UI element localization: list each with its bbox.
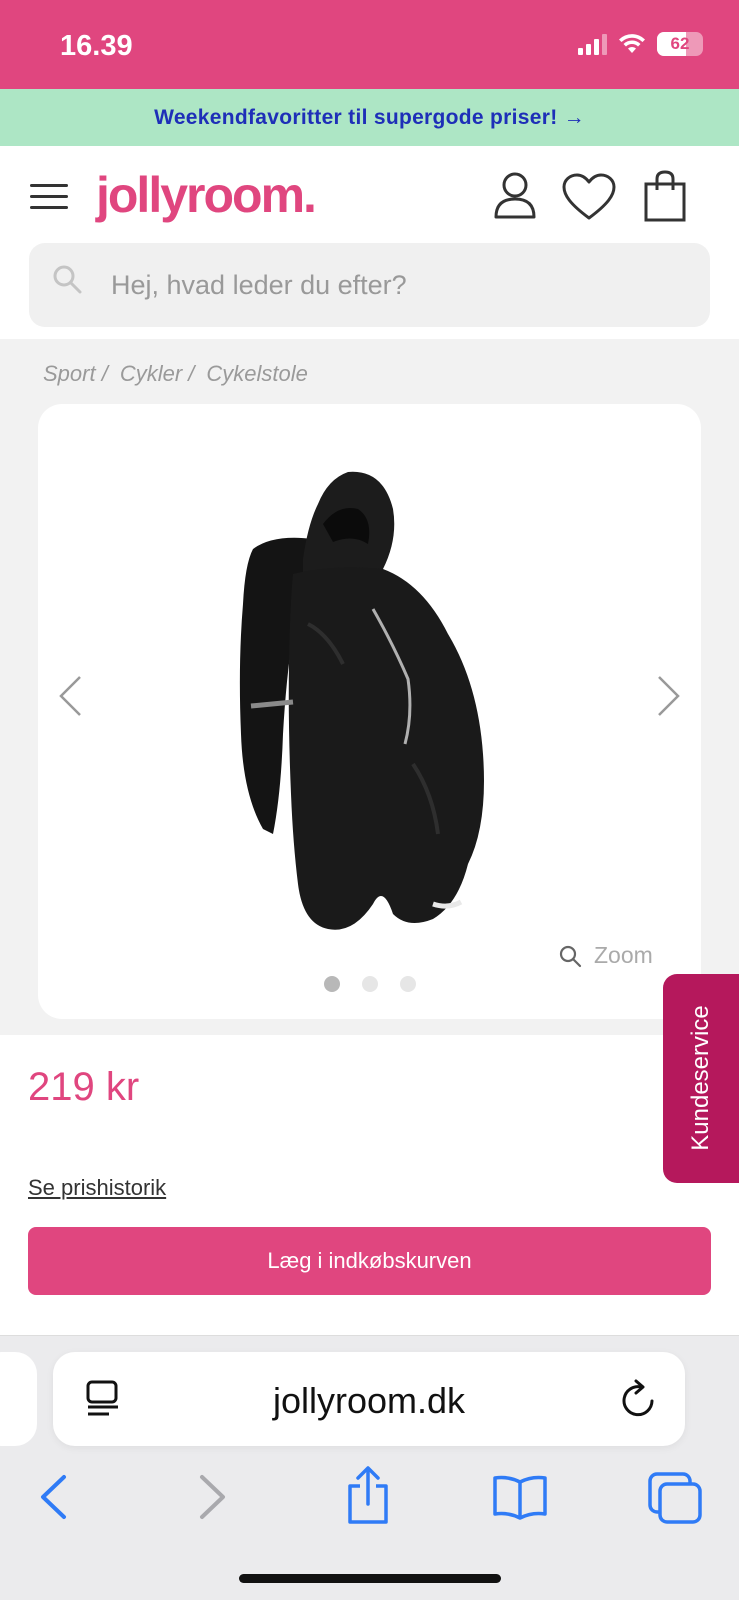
battery-icon: 62 [657, 32, 703, 56]
kundeservice-label: Kundeservice [687, 1005, 714, 1151]
gallery-dot[interactable] [361, 976, 378, 992]
search-icon [53, 265, 82, 294]
breadcrumb-cykler[interactable]: Cykler / [120, 361, 195, 387]
search-placeholder: Hej, hvad leder du efter? [111, 270, 407, 300]
tabs-icon[interactable] [648, 1472, 704, 1524]
browser-chrome: jollyroom.dk [0, 1335, 739, 1600]
gallery-dot[interactable] [323, 976, 340, 992]
jollyroom-logo[interactable]: jollyroom. [96, 166, 317, 224]
status-time: 16.39 [60, 30, 133, 62]
gallery-dots [38, 976, 701, 992]
promo-banner[interactable]: Weekendfavoritter til supergode priser! … [0, 89, 739, 146]
chevron-right-icon[interactable] [655, 674, 683, 718]
site-header: jollyroom. Hej, hvad leder du efter? [0, 146, 739, 339]
forward-icon[interactable] [198, 1474, 228, 1520]
reload-icon[interactable] [619, 1377, 659, 1421]
zoom-label: Zoom [594, 942, 653, 968]
bookmarks-icon[interactable] [492, 1474, 548, 1520]
hamburger-icon[interactable] [30, 184, 68, 210]
address-bar[interactable]: jollyroom.dk [53, 1352, 685, 1446]
home-indicator[interactable] [239, 1574, 501, 1583]
battery-level: 62 [670, 34, 690, 53]
add-to-cart-button[interactable]: Læg i indkøbskurven [28, 1227, 711, 1295]
breadcrumb: Sport / Cykler / Cykelstole [43, 361, 308, 387]
heart-icon[interactable] [562, 173, 616, 221]
product-image[interactable] [233, 464, 503, 944]
product-content: Sport / Cykler / Cykelstole Zoom [0, 339, 739, 1035]
price-history-link[interactable]: Se prishistorik [28, 1175, 166, 1201]
previous-tab-preview[interactable] [0, 1352, 37, 1446]
user-icon[interactable] [493, 171, 537, 219]
zoom-button[interactable]: Zoom [558, 942, 653, 969]
breadcrumb-cykelstole[interactable]: Cykelstole [206, 361, 307, 387]
product-gallery[interactable]: Zoom [38, 404, 701, 1019]
status-bar: 16.39 62 [0, 0, 739, 89]
bag-icon[interactable] [643, 170, 687, 222]
browser-toolbar [0, 1466, 739, 1546]
product-price: 219 kr [28, 1065, 140, 1109]
signal-icon [578, 33, 607, 55]
search-input[interactable]: Hej, hvad leder du efter? [29, 243, 710, 327]
kundeservice-tab[interactable]: Kundeservice [663, 974, 739, 1183]
gallery-dot[interactable] [399, 976, 416, 992]
wifi-icon [619, 34, 645, 53]
purchase-section: 219 kr Se prishistorik Læg i indkøbskurv… [0, 1035, 739, 1335]
back-icon[interactable] [38, 1474, 68, 1520]
status-icons: 62 [578, 32, 703, 56]
share-icon[interactable] [344, 1466, 392, 1526]
breadcrumb-sport[interactable]: Sport / [43, 361, 108, 387]
chevron-left-icon[interactable] [56, 674, 84, 718]
url-text: jollyroom.dk [272, 1380, 466, 1421]
zoom-icon [559, 945, 582, 967]
